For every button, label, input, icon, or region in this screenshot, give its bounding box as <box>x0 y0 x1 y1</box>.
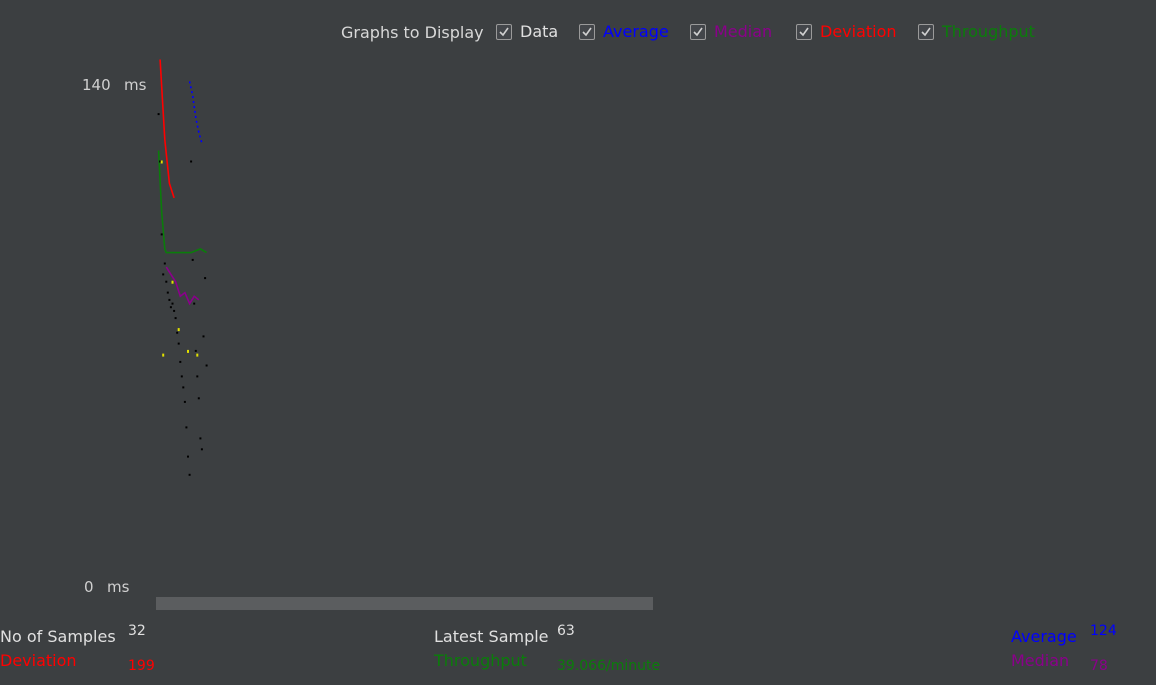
data-point <box>179 360 182 363</box>
data-point <box>177 342 180 345</box>
average-label: Average <box>1011 627 1077 646</box>
data-point <box>199 437 202 440</box>
throughput-label: Throughput <box>434 651 527 670</box>
latest-sample-value: 63 <box>557 623 575 639</box>
data-point <box>165 280 168 283</box>
series-median-line <box>165 266 200 306</box>
series-average-line <box>188 81 203 144</box>
average-value: 124 <box>1090 623 1117 639</box>
data-point <box>202 335 205 338</box>
data-point <box>183 400 186 403</box>
highlight-point <box>160 160 163 164</box>
samples-label: No of Samples <box>0 627 116 646</box>
graph-plot <box>157 59 208 476</box>
data-point <box>176 331 179 334</box>
data-point <box>194 349 197 352</box>
samples-value: 32 <box>128 623 146 639</box>
data-point <box>169 306 172 309</box>
highlight-point <box>171 280 174 284</box>
data-point <box>191 258 194 261</box>
data-point <box>163 262 166 265</box>
latest-sample-label: Latest Sample <box>434 627 549 646</box>
data-point <box>193 302 196 305</box>
highlight-point <box>187 349 189 353</box>
deviation-label: Deviation <box>0 651 77 670</box>
data-point <box>197 397 200 400</box>
data-point <box>168 298 171 301</box>
data-point <box>166 291 169 294</box>
horizontal-scrollbar[interactable] <box>156 597 653 610</box>
data-point <box>185 426 188 429</box>
highlight-point <box>162 353 165 357</box>
highlight-point <box>177 328 180 332</box>
series-deviation-line <box>159 59 175 199</box>
deviation-value: 199 <box>128 658 155 674</box>
data-point <box>160 233 163 236</box>
data-point <box>205 364 208 367</box>
throughput-value: 39.066/minute <box>557 658 661 674</box>
data-point <box>162 273 165 276</box>
data-point <box>204 277 207 280</box>
data-point <box>173 309 176 312</box>
data-point <box>157 113 160 116</box>
data-point <box>200 448 203 451</box>
data-point <box>180 375 183 378</box>
data-point <box>182 386 185 389</box>
graph-results-panel: Graphs to Display Data Average Median De… <box>0 0 1156 685</box>
data-point <box>187 455 189 458</box>
median-value: 78 <box>1090 658 1108 674</box>
highlight-point <box>196 353 199 357</box>
data-point <box>188 473 191 476</box>
data-point <box>190 160 193 163</box>
data-point <box>174 317 177 320</box>
data-point <box>171 302 174 305</box>
data-point <box>196 375 199 378</box>
series-throughput-line <box>157 150 208 254</box>
median-label: Median <box>1011 651 1070 670</box>
